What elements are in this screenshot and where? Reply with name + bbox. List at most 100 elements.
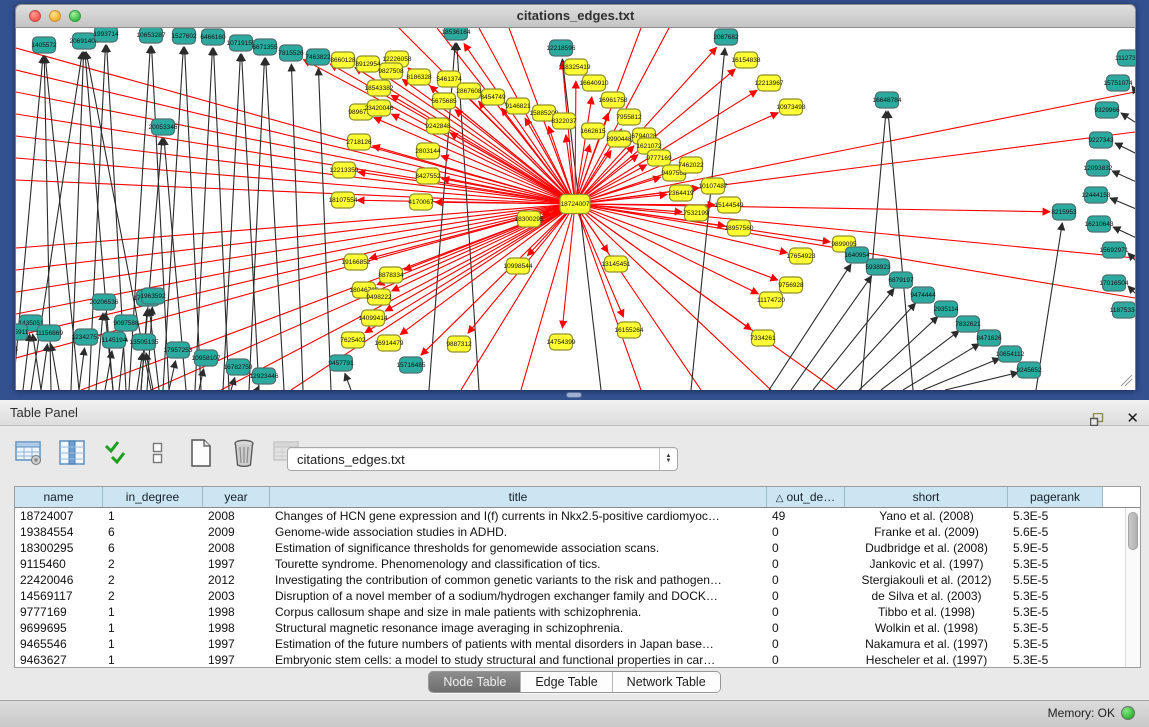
graph-node[interactable]: 9329966 xyxy=(1094,102,1120,118)
graph-node[interactable]: 5675685 xyxy=(431,93,457,109)
graph-node[interactable]: 9146821 xyxy=(505,98,531,114)
graph-node[interactable]: 9756928 xyxy=(778,277,804,293)
memory-status[interactable]: Memory: OK xyxy=(1048,706,1135,720)
graph-node[interactable]: 18325419 xyxy=(562,59,591,75)
close-window-icon[interactable] xyxy=(29,10,41,22)
graph-node[interactable]: 1640954 xyxy=(844,247,870,263)
delete-column-icon[interactable] xyxy=(229,438,259,468)
graph-node[interactable]: 8215953 xyxy=(1051,204,1077,220)
graph-node[interactable]: 12342757 xyxy=(72,329,101,345)
graph-node[interactable]: 19166852 xyxy=(342,254,371,270)
graph-node[interactable]: 2087682 xyxy=(713,29,739,45)
graph-node[interactable]: 7462022 xyxy=(678,157,704,173)
citation-graph[interactable]: 8660128891295412226058982750881863285461… xyxy=(16,28,1135,390)
graph-node[interactable]: 9498222 xyxy=(366,289,392,305)
table-row[interactable]: 1456911722003Disruption of a novel membe… xyxy=(15,588,1125,604)
graph-node[interactable]: 8660128 xyxy=(330,52,356,68)
graph-node[interactable]: 9777169 xyxy=(646,150,672,166)
tab-edge-table[interactable]: Edge Table xyxy=(520,672,611,692)
column-header-year[interactable]: year xyxy=(203,487,270,507)
graph-node[interactable]: 6466160 xyxy=(200,29,226,45)
table-row[interactable]: 1938455462009Genome-wide association stu… xyxy=(15,524,1125,540)
graph-node[interactable]: 9887312 xyxy=(446,336,472,352)
float-panel-icon[interactable] xyxy=(1082,404,1112,434)
graph-node[interactable]: 11127334 xyxy=(1115,50,1135,66)
graph-node[interactable]: 10958107 xyxy=(192,350,221,366)
graph-node[interactable]: 8454749 xyxy=(480,89,506,105)
graph-node[interactable]: 18107554 xyxy=(329,192,358,208)
graph-node[interactable]: 10653287 xyxy=(137,28,166,43)
graph-node[interactable]: 11156869 xyxy=(35,325,63,341)
graph-node[interactable]: 15751074 xyxy=(1104,75,1133,91)
vertical-scrollbar[interactable] xyxy=(1125,508,1140,667)
graph-node[interactable]: 2803144 xyxy=(415,143,441,159)
graph-node[interactable]: 20053346 xyxy=(149,119,178,135)
graph-node[interactable]: 10973493 xyxy=(777,99,806,115)
graph-node[interactable]: 18543382 xyxy=(365,80,394,96)
window-titlebar[interactable]: citations_edges.txt xyxy=(15,4,1136,28)
graph-node[interactable]: 12093832 xyxy=(1084,160,1113,176)
graph-node[interactable]: 2364419 xyxy=(668,185,694,201)
column-header-indegree[interactable]: in_degree xyxy=(103,487,203,507)
graph-node[interactable]: 7532199 xyxy=(683,205,709,221)
graph-node[interactable]: 8427552 xyxy=(415,168,441,184)
graph-node[interactable]: 4170067 xyxy=(408,194,434,210)
graph-node[interactable]: 16782759 xyxy=(224,359,253,375)
column-header-pagerank[interactable]: pagerank xyxy=(1008,487,1103,507)
graph-node[interactable]: 10107487 xyxy=(699,178,728,194)
column-header-name[interactable]: name xyxy=(15,487,103,507)
tab-node-table[interactable]: Node Table xyxy=(429,672,520,692)
checkbox-list-icon[interactable] xyxy=(143,438,173,468)
network-table-selector[interactable]: citations_edges.txt ▲▼ xyxy=(287,447,678,471)
graph-node[interactable]: 15716485 xyxy=(397,357,426,373)
graph-node[interactable]: 2935114 xyxy=(934,301,959,317)
table-row[interactable]: 946362711997Embryonic stem cells: a mode… xyxy=(15,652,1125,667)
graph-node[interactable]: 12218596 xyxy=(547,40,576,56)
select-all-columns-icon[interactable] xyxy=(100,438,130,468)
graph-node[interactable]: 5938923 xyxy=(865,259,891,275)
graph-node[interactable]: 18724007 xyxy=(560,195,590,214)
graph-node[interactable]: 9242848 xyxy=(425,118,451,134)
graph-node[interactable]: 8990448 xyxy=(606,131,632,147)
graph-node[interactable]: 10998544 xyxy=(504,258,533,274)
graph-node[interactable]: 9474444 xyxy=(910,287,936,303)
graph-node[interactable]: 16961758 xyxy=(599,92,628,108)
graph-node[interactable]: 6671355 xyxy=(252,39,278,55)
minimize-window-icon[interactable] xyxy=(49,10,61,22)
graph-node[interactable]: 11174720 xyxy=(757,292,785,308)
graph-node[interactable]: 7832621 xyxy=(955,316,981,332)
graph-node[interactable]: 9097588 xyxy=(113,315,139,331)
graph-node[interactable]: 11875330 xyxy=(1110,302,1135,318)
graph-node[interactable]: 16154838 xyxy=(732,52,761,68)
table-row[interactable]: 977716911998Corpus callosum shape and si… xyxy=(15,604,1125,620)
graph-node[interactable]: 12923446 xyxy=(250,368,279,384)
column-header-short[interactable]: short xyxy=(845,487,1008,507)
graph-node[interactable]: 7955812 xyxy=(616,109,642,125)
graph-node[interactable]: 12213967 xyxy=(755,75,784,91)
graph-node[interactable]: 1405572 xyxy=(31,37,57,53)
graph-node[interactable]: 1662615 xyxy=(580,123,606,139)
graph-node[interactable]: 14754399 xyxy=(547,334,576,350)
graph-node[interactable]: 1993714 xyxy=(93,28,119,42)
scrollbar-thumb[interactable] xyxy=(1128,512,1138,550)
close-panel-icon[interactable]: ✕ xyxy=(1126,411,1139,427)
graph-node[interactable]: 8912954 xyxy=(355,56,381,72)
graph-node[interactable]: 15144549 xyxy=(715,197,744,213)
graph-node[interactable]: 17654923 xyxy=(787,248,816,264)
network-canvas[interactable]: 8660128891295412226058982750881863285461… xyxy=(15,28,1136,390)
graph-node[interactable]: 8186328 xyxy=(406,69,432,85)
graph-node[interactable]: 15692971 xyxy=(1100,242,1129,258)
graph-node[interactable]: 18300295 xyxy=(515,211,544,227)
graph-node[interactable]: 3915911 xyxy=(16,324,29,340)
table-row[interactable]: 1830029562008Estimation of significance … xyxy=(15,540,1125,556)
graph-node[interactable]: 23420046 xyxy=(365,100,394,116)
table-row[interactable]: 911546021997Tourette syndrome. Phenomeno… xyxy=(15,556,1125,572)
graph-node[interactable]: 16640910 xyxy=(580,75,609,91)
graph-node[interactable]: 7463822 xyxy=(305,49,331,65)
graph-node[interactable]: 20206536 xyxy=(90,294,119,310)
graph-node[interactable]: 13505135 xyxy=(130,334,159,350)
graph-node[interactable]: 9245652 xyxy=(1016,362,1042,378)
graph-node[interactable]: 1145194 xyxy=(102,332,127,348)
graph-node[interactable]: 2867608 xyxy=(456,83,482,99)
zoom-window-icon[interactable] xyxy=(69,10,81,22)
